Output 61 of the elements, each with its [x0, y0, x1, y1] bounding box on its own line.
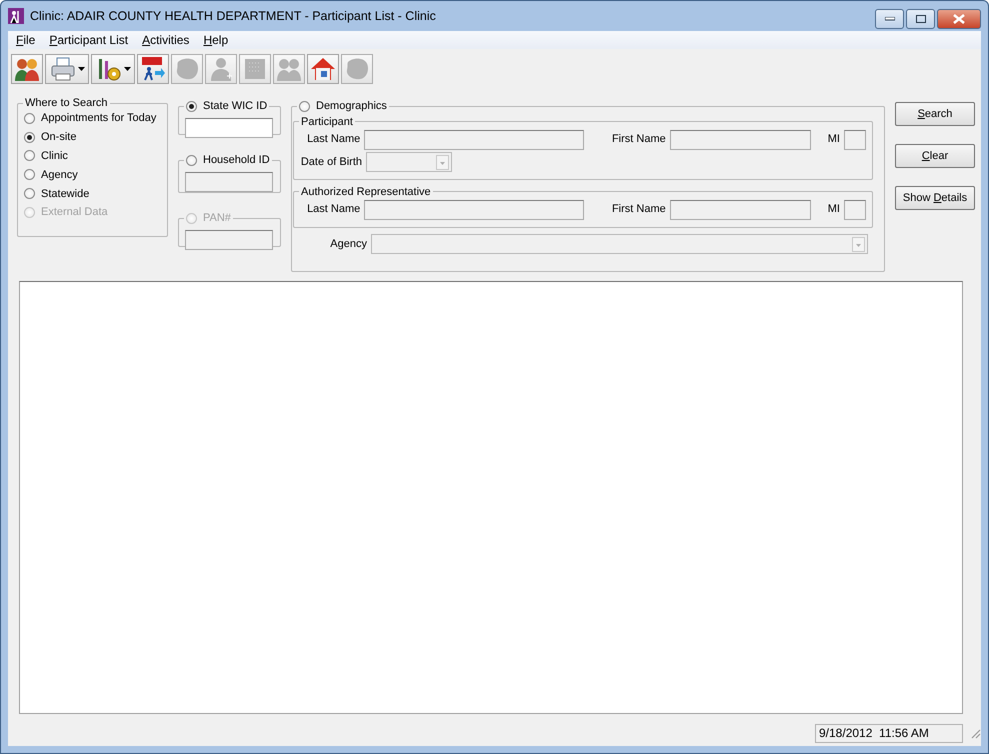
field-label: First Name: [610, 133, 666, 146]
radio-button[interactable]: Statewide: [24, 184, 161, 203]
toolbar-button[interactable]: [11, 54, 43, 84]
disabled-icon: [344, 56, 370, 82]
close-button[interactable]: [937, 9, 981, 29]
radio-button[interactable]: Clinic: [24, 146, 161, 166]
minimize-button[interactable]: [875, 9, 904, 29]
radio-button[interactable]: Demographics: [299, 97, 387, 116]
toolbar-button[interactable]: [307, 54, 339, 84]
radio-indicator[interactable]: [299, 100, 310, 112]
maximize-icon: [916, 15, 926, 23]
field-label: First Name: [610, 203, 666, 216]
maximize-button[interactable]: [906, 9, 935, 29]
close-icon: [953, 14, 965, 24]
minimize-icon: [884, 17, 894, 21]
toolbar-button[interactable]: [91, 54, 135, 84]
radio-button[interactable]: On-site: [24, 128, 161, 147]
field-label: Last Name: [306, 133, 360, 146]
field-label: Date of Birth: [300, 156, 362, 168]
field-label: Last Name: [306, 203, 360, 216]
action-button[interactable]: Search: [895, 102, 975, 126]
radio-button[interactable]: Agency: [24, 165, 161, 184]
caret-icon[interactable]: [124, 67, 130, 71]
house-icon: [310, 56, 336, 82]
status-datetime: 9/18/2012 11:56 AM: [815, 724, 963, 742]
grid-icon: [242, 56, 268, 82]
field-label: MI: [826, 203, 840, 216]
radio-indicator[interactable]: [186, 154, 197, 166]
group-title: Participant: [301, 116, 353, 128]
resize-grip-icon: [969, 727, 981, 739]
action-button[interactable]: Clear: [895, 144, 975, 168]
menu-item[interactable]: Activities: [135, 31, 196, 49]
people-icon: [14, 56, 40, 82]
id-input-field[interactable]: [185, 118, 273, 138]
menu-item[interactable]: File: [9, 31, 42, 49]
radio-indicator[interactable]: [24, 132, 35, 143]
radio-indicator[interactable]: [24, 188, 35, 200]
window-title: Clinic: ADAIR COUNTY HEALTH DEPARTMENT - Participant List - Clinic: [30, 9, 437, 23]
field-label: MI: [826, 133, 840, 146]
app-icon: [8, 8, 24, 24]
radio-indicator[interactable]: [24, 169, 35, 180]
printer-icon: [50, 56, 76, 82]
disabled-icon: [174, 56, 200, 82]
radio-button[interactable]: State WIC ID: [186, 97, 268, 116]
person-add-icon: [208, 56, 234, 82]
toolbar-button[interactable]: [137, 54, 169, 84]
radio-indicator[interactable]: [186, 100, 197, 112]
field-label: Agency: [329, 238, 367, 250]
people-icon: [276, 56, 302, 82]
action-button[interactable]: Show Details: [895, 186, 975, 210]
caret-icon[interactable]: [78, 67, 84, 71]
radio-button[interactable]: Appointments for Today: [24, 109, 161, 128]
menu-item[interactable]: Participant List: [42, 31, 136, 49]
exit-sign-icon: [140, 56, 166, 82]
radio-indicator[interactable]: [24, 112, 35, 124]
menu-item[interactable]: Help: [196, 31, 236, 49]
group-title: Authorized Representative: [301, 186, 431, 198]
radio-button[interactable]: Household ID: [186, 151, 270, 170]
radio-indicator[interactable]: [24, 150, 35, 162]
group-title: Where to Search: [25, 97, 108, 109]
toolbar-button[interactable]: [45, 54, 89, 84]
